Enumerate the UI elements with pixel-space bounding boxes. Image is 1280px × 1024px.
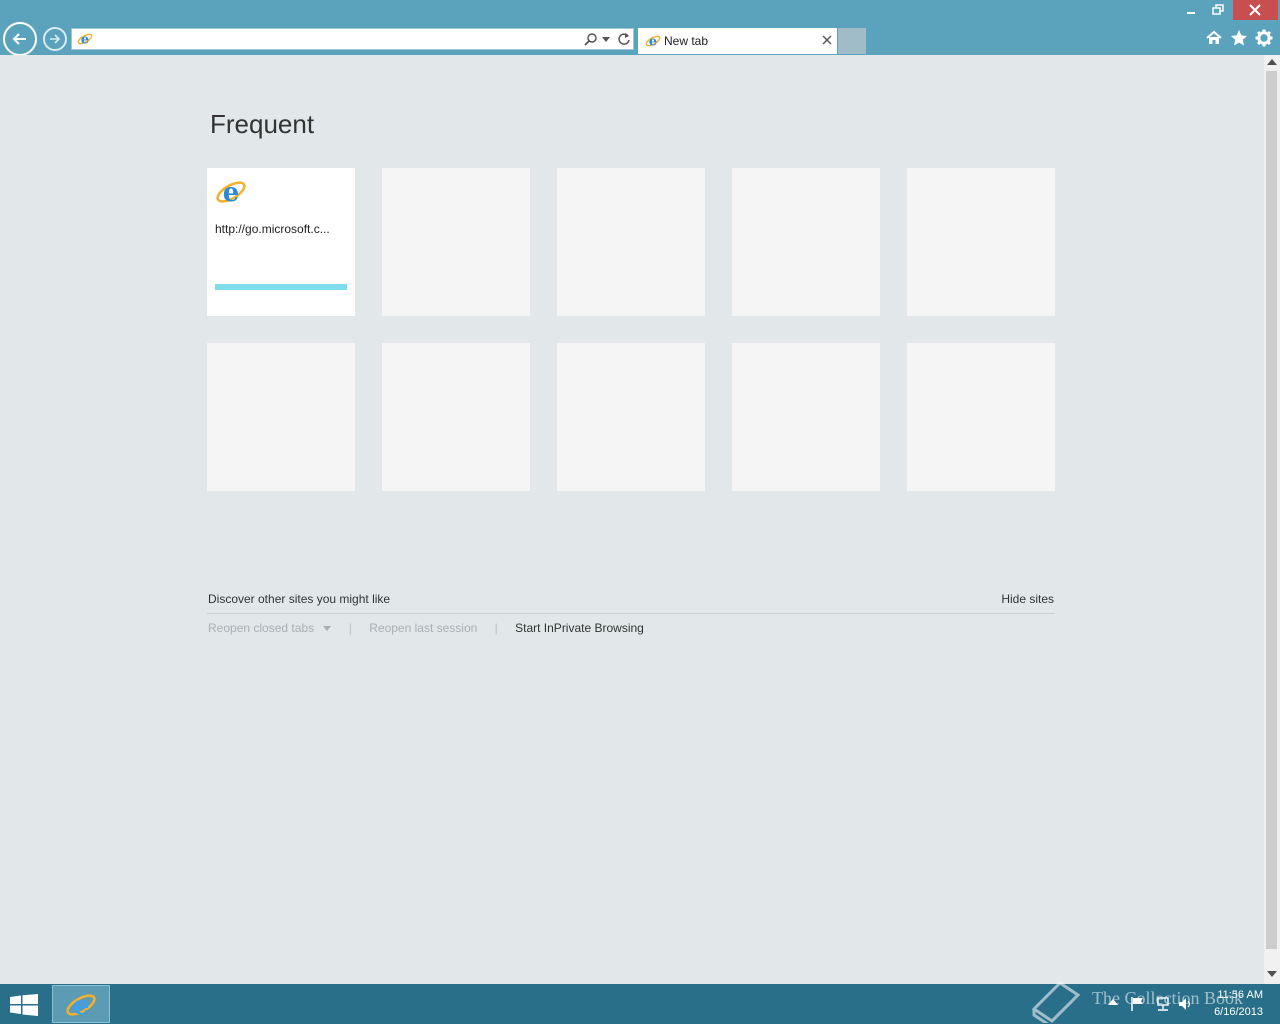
inprivate-browsing-link[interactable]: Start InPrivate Browsing bbox=[515, 621, 644, 635]
frequent-tile-empty bbox=[557, 168, 705, 316]
svg-text:e: e bbox=[73, 991, 90, 1021]
internet-explorer-icon: e bbox=[645, 35, 661, 50]
frequent-tile[interactable]: e http://go.microsoft.c... bbox=[207, 168, 355, 316]
windows-start-icon[interactable] bbox=[10, 994, 38, 1016]
scrollbar-thumb[interactable] bbox=[1266, 71, 1277, 949]
taskbar-internet-explorer-button[interactable]: e bbox=[52, 985, 110, 1023]
clock-date[interactable]: 6/16/2013 bbox=[1214, 1006, 1263, 1018]
frequent-tile-empty bbox=[382, 168, 530, 316]
close-icon[interactable] bbox=[821, 34, 833, 46]
discover-sites-link[interactable]: Discover other sites you might like bbox=[208, 592, 390, 606]
new-tab-page: Frequent e http://go.microsoft.c... Disc… bbox=[0, 55, 1264, 984]
refresh-icon[interactable] bbox=[617, 32, 631, 46]
frequent-tile-empty bbox=[557, 343, 705, 491]
page-title: Frequent bbox=[210, 109, 315, 139]
taskbar: e The Collection Book 11:56 AM 6/16/2013 bbox=[0, 981, 1280, 1024]
window-close-button[interactable] bbox=[1233, 0, 1278, 20]
svg-text:e: e bbox=[649, 35, 657, 50]
frequent-tile-empty bbox=[382, 343, 530, 491]
star-icon[interactable] bbox=[1230, 29, 1248, 47]
back-button[interactable] bbox=[3, 22, 37, 56]
book-watermark-icon bbox=[1031, 981, 1081, 1023]
speaker-icon[interactable] bbox=[1178, 996, 1194, 1012]
divider bbox=[207, 613, 1055, 614]
frequent-tile-empty bbox=[207, 343, 355, 491]
clock-time[interactable]: 11:56 AM bbox=[1217, 989, 1263, 1001]
arrow-right-icon bbox=[50, 34, 61, 44]
tile-url: http://go.microsoft.c... bbox=[215, 222, 330, 236]
network-icon[interactable] bbox=[1155, 996, 1171, 1012]
hide-sites-link[interactable]: Hide sites bbox=[1001, 592, 1054, 606]
reopen-closed-tabs-button[interactable]: Reopen closed tabs bbox=[208, 621, 332, 635]
action-center-flag-icon[interactable] bbox=[1130, 996, 1146, 1012]
internet-explorer-icon: e bbox=[66, 991, 96, 1021]
frequent-tile-empty bbox=[907, 343, 1055, 491]
forward-button[interactable] bbox=[43, 27, 67, 51]
address-input[interactable] bbox=[98, 31, 578, 47]
svg-text:e: e bbox=[81, 33, 89, 48]
chevron-up-icon[interactable] bbox=[1108, 999, 1118, 1005]
minimize-icon[interactable] bbox=[1184, 3, 1198, 17]
frequent-tile-empty bbox=[732, 343, 880, 491]
svg-text:e: e bbox=[223, 178, 240, 208]
scroll-down-arrow-icon[interactable] bbox=[1267, 971, 1277, 977]
close-icon bbox=[1249, 4, 1261, 16]
internet-explorer-icon: e bbox=[216, 178, 246, 208]
separator: | bbox=[348, 621, 352, 635]
new-tab-button[interactable] bbox=[838, 28, 866, 54]
frequent-tile-empty bbox=[907, 168, 1055, 316]
search-icon[interactable] bbox=[584, 32, 598, 46]
tab-new-tab[interactable]: e New tab bbox=[638, 28, 837, 54]
gear-icon[interactable] bbox=[1255, 29, 1273, 47]
address-bar[interactable]: e bbox=[71, 28, 634, 50]
action-row: Reopen closed tabs | Reopen last session… bbox=[208, 621, 644, 635]
chevron-down-icon bbox=[323, 626, 332, 632]
internet-explorer-icon: e bbox=[77, 33, 93, 48]
vertical-scrollbar[interactable] bbox=[1264, 55, 1280, 984]
chevron-down-icon[interactable] bbox=[602, 37, 610, 42]
browser-chrome: e e New tab bbox=[0, 0, 1280, 56]
restore-icon[interactable] bbox=[1211, 3, 1225, 17]
reopen-last-session-button[interactable]: Reopen last session bbox=[369, 621, 477, 635]
frequent-tile-empty bbox=[732, 168, 880, 316]
separator: | bbox=[494, 621, 498, 635]
arrow-left-icon bbox=[12, 33, 26, 45]
home-icon[interactable] bbox=[1206, 30, 1222, 46]
usage-bar bbox=[215, 284, 347, 290]
reopen-closed-tabs-label: Reopen closed tabs bbox=[208, 621, 315, 635]
usage-bar-fill bbox=[215, 284, 347, 290]
scroll-up-arrow-icon[interactable] bbox=[1267, 59, 1277, 65]
tab-title: New tab bbox=[664, 34, 709, 48]
